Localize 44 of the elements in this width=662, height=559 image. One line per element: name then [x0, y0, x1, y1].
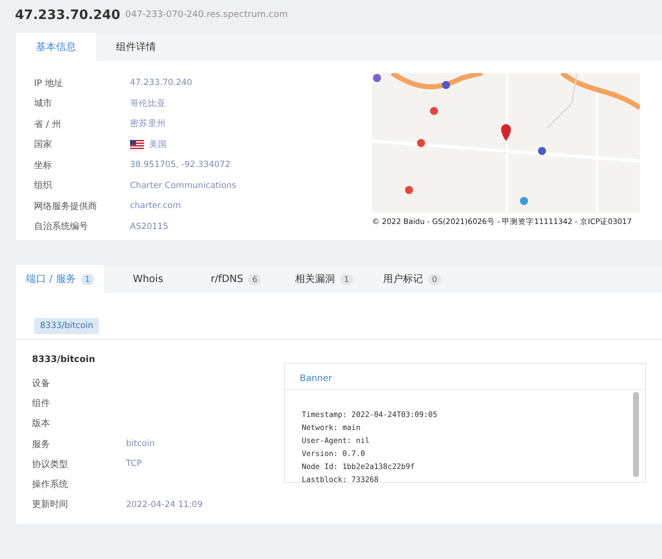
field-value: AS20115 — [130, 222, 168, 232]
hostname: 047-233-070-240.res.spectrum.com — [125, 10, 288, 20]
field-value: 密苏里州 — [130, 118, 166, 130]
tab[interactable]: r/fDNS 6 — [192, 265, 280, 293]
count-badge: 1 — [80, 274, 94, 284]
field-label: 自治系统编号 — [34, 220, 89, 234]
field-label: 国家 — [34, 138, 53, 152]
count-badge: 1 — [340, 274, 354, 284]
field-label: 更新时间 — [32, 498, 69, 512]
banner-title: Banner — [284, 364, 645, 390]
field-value: 2022-04-24 11:09 — [126, 500, 203, 510]
field-value: TCP — [126, 459, 142, 470]
port-tag[interactable]: 8333/bitcoin — [34, 318, 100, 334]
field-label: 操作系统 — [32, 478, 69, 492]
tab[interactable]: 用户标记 0 — [368, 265, 456, 293]
field-value: Charter Communications — [130, 180, 236, 191]
field-label: 协议类型 — [32, 458, 69, 471]
field-label: 组件 — [32, 398, 51, 410]
field-value: 哥伦比亚 — [130, 98, 166, 110]
flag-icon — [130, 140, 144, 150]
field-label: 网络服务提供商 — [34, 200, 98, 213]
count-badge: 0 — [428, 274, 442, 284]
ip-address-title: 47.233.70.240 — [15, 8, 120, 22]
count-badge: 6 — [248, 274, 262, 284]
field-label: IP 地址 — [34, 78, 64, 90]
field-value: 38.951705, -92.334072 — [130, 160, 230, 170]
tab[interactable]: Whois — [104, 265, 192, 293]
scrollbar[interactable] — [633, 392, 639, 476]
field-label: 版本 — [32, 418, 51, 430]
tab[interactable]: 组件详情 — [96, 33, 176, 61]
field-label: 设备 — [32, 378, 51, 390]
field-value: 47.233.70.240 — [130, 78, 192, 88]
tab[interactable]: 基本信息 — [16, 33, 96, 61]
tab[interactable]: 端口 / 服务 1 — [16, 265, 104, 293]
tab[interactable]: 相关漏洞 1 — [280, 265, 368, 293]
field-label: 城市 — [34, 98, 53, 110]
service-title: 8333/bitcoin — [32, 355, 96, 365]
field-label: 省 / 州 — [34, 118, 62, 131]
field-value: 美国 — [149, 138, 167, 151]
field-label: 组织 — [34, 180, 53, 192]
field-label: 坐标 — [34, 160, 53, 172]
field-value: charter.com — [130, 201, 181, 212]
field-value: bitcoin — [126, 439, 155, 450]
field-label: 服务 — [32, 438, 51, 451]
